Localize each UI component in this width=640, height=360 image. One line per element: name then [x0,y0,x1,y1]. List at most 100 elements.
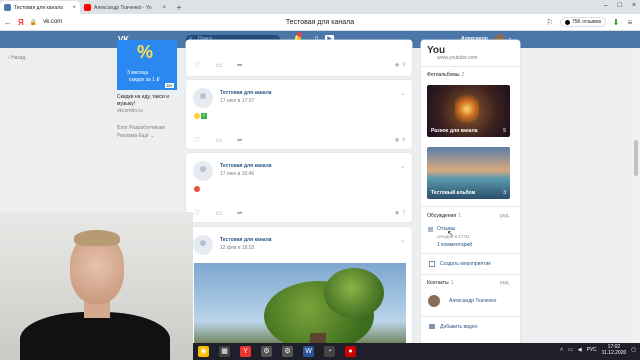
create-event-link[interactable]: Создать мероприятие [440,261,491,267]
checkmark-emoji-icon: ✓ [201,113,207,119]
album-name: Разное для канала [431,128,478,134]
app-icon[interactable]: ● [345,346,356,357]
chrome-icon[interactable]: ◉ [198,346,209,357]
notifications-icon[interactable]: ▢ [631,347,636,353]
word-icon[interactable]: W [303,346,314,357]
discussions-title[interactable]: Обсуждения 1 [427,213,461,219]
photo-tree [324,268,384,318]
ad-line1: 3 месяца [127,70,149,76]
post-content: ✓ [194,113,207,119]
chevron-down-icon[interactable]: ⌄ [150,133,154,139]
volume-icon[interactable]: ◀ [578,347,582,353]
webcam-person [20,312,170,360]
ad-age-badge: 18+ [165,83,174,88]
system-tray: ˄ ▭ ◀ РУС 17:02 11.12.2020 ▢ [560,344,636,356]
edit-discussions-link[interactable]: ред. [500,213,510,219]
new-tab-button[interactable]: + [174,3,184,13]
chevron-down-icon[interactable]: ⌄ [400,237,405,244]
community-avatar[interactable] [193,161,213,181]
notification-badge [297,32,302,37]
post-date[interactable]: 17 июн в 17:37 [220,98,254,104]
back-link[interactable]: ‹ Назад [8,55,25,61]
divider [421,66,520,67]
footer-link-blog[interactable]: Блог [117,125,128,131]
app-icon[interactable]: ⚙ [282,346,293,357]
close-tab-icon[interactable]: × [162,5,166,11]
comment-icon[interactable]: ▭ [215,136,222,144]
chevron-down-icon[interactable]: ⌄ [400,90,405,97]
album-card[interactable]: Разное для канала 5 [427,85,510,137]
post-date[interactable]: 17 июн в 16:46 [220,171,254,177]
post-content [194,186,200,192]
avatar[interactable] [428,295,440,307]
eye-icon: ◉ [394,137,400,143]
divider [421,316,520,317]
network-icon[interactable]: ▭ [568,347,573,353]
footer-link-developers[interactable]: Разработчикам [129,125,165,131]
clock[interactable]: 17:02 11.12.2020 [602,344,627,356]
chevron-up-icon[interactable]: ˄ [560,347,563,353]
bookmark-icon[interactable]: ⚐ [546,18,554,27]
minimize-icon[interactable]: – [604,2,608,9]
edit-contacts-link[interactable]: ред. [500,280,510,286]
album-card[interactable]: Тестовый альбом 3 [427,147,510,199]
yandex-logo-icon[interactable]: Я [18,18,24,27]
topic-comments-link[interactable]: 1 комментарий [437,242,472,248]
app-icon[interactable]: ◔ [324,346,335,357]
back-arrow-icon[interactable]: ← [4,18,12,27]
app-icon[interactable]: ▦ [219,346,230,357]
window-controls: – □ × [604,2,636,9]
footer-link-more[interactable]: Ещё [138,133,148,139]
calendar-icon [429,261,435,267]
address-bar: ← Я 🔒 vk.com Тестовая для канала ⚐ 75K о… [0,14,640,31]
post-card: Тестовая для канала 12 фев в 18:03 ⌄ [186,227,412,360]
footer-link-ads[interactable]: Реклама [117,133,137,139]
comment-icon[interactable]: ▭ [215,209,222,217]
share-icon[interactable]: ➦ [237,209,243,217]
comment-icon[interactable]: ▭ [215,61,222,69]
post-author[interactable]: Тестовая для канала [220,237,272,243]
reviews-badge[interactable]: 75K отзывов [559,17,606,27]
close-window-icon[interactable]: × [632,2,636,9]
community-avatar[interactable] [193,235,213,255]
lock-icon[interactable]: 🔒 [30,19,37,26]
post-author[interactable]: Тестовая для канала [220,163,272,169]
topic-meta: сегодня в 17:01 [437,234,470,239]
album-cover [455,91,479,127]
scrollbar-thumb[interactable] [634,140,638,176]
chevron-down-icon[interactable]: ⌄ [400,163,405,170]
language-indicator[interactable]: РУС [587,347,597,353]
contacts-title[interactable]: Контакты 1 [427,280,453,286]
share-icon[interactable]: ➦ [237,61,243,69]
yandex-browser-icon[interactable]: Y [240,346,251,357]
menu-icon[interactable]: ≡ [626,18,634,27]
browser-tab-youtube[interactable]: Александр Ткаченко - Yo × [80,1,170,14]
maximize-icon[interactable]: □ [618,2,622,9]
divider [421,253,520,254]
youtube-favicon-icon [84,4,91,11]
ad-banner[interactable]: % 3 месяца скидок за 1 ₽ 18+ [117,40,177,90]
post-date[interactable]: 12 фев в 18:03 [220,245,254,251]
youtube-link-url[interactable]: www.youtube.com [437,55,478,61]
share-icon[interactable]: ➦ [237,136,243,144]
browser-tab-vk[interactable]: Тестовая для канала × [0,1,80,14]
add-video-link[interactable]: Добавить видео [440,324,477,330]
page-scrollbar[interactable] [632,48,640,344]
ad-text[interactable]: Скидки на еду, такси и музыку! [117,94,177,108]
app-icon[interactable]: ⚙ [261,346,272,357]
contact-name[interactable]: Александр Ткаченко [449,298,496,304]
album-name: Тестовый альбом [431,190,476,196]
views-counter: ◉ 9 [394,62,405,68]
like-icon[interactable]: ♡ [194,61,200,69]
community-avatar[interactable] [193,88,213,108]
url-field[interactable]: vk.com [43,19,163,25]
like-icon[interactable]: ♡ [194,136,200,144]
close-tab-icon[interactable]: × [72,5,76,11]
post-actions: ♡ ▭ ➦ [194,135,404,144]
albums-title[interactable]: Фотоальбомы 2 [427,72,464,78]
ad-domain[interactable]: vkcombo.ru [117,108,143,114]
like-icon[interactable]: ♡ [194,209,200,217]
post-author[interactable]: Тестовая для канала [220,90,272,96]
download-icon[interactable]: ⬇ [612,18,620,27]
eye-icon: ◉ [394,62,400,68]
